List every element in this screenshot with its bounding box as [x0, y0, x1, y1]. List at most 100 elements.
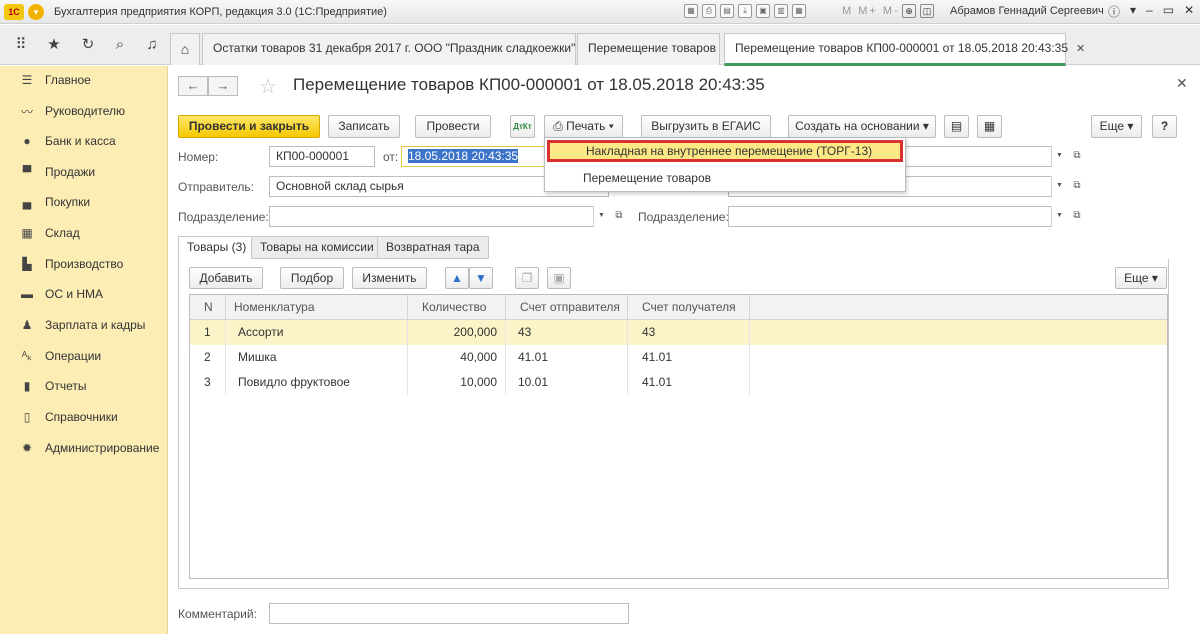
- documents-button[interactable]: ▤: [944, 115, 969, 138]
- sidebar-item-fixed-assets[interactable]: ▬ ОС и НМА: [0, 283, 168, 305]
- close-window-icon[interactable]: ✕: [1184, 3, 1194, 20]
- open-icon[interactable]: ⧉: [1069, 176, 1085, 197]
- dropdown-arrow-icon[interactable]: ▼: [1051, 176, 1067, 197]
- favorites-star-icon[interactable]: ★: [45, 36, 63, 54]
- table-row[interactable]: 3 Повидло фруктовое 10,000 10.01 41.01: [190, 370, 1167, 395]
- chevron-down-icon[interactable]: ▾: [1130, 3, 1136, 20]
- menu-item-transfer[interactable]: Перемещение товаров: [547, 167, 903, 189]
- table-more-button[interactable]: Еще ▾: [1115, 267, 1167, 289]
- dt-kt-button[interactable]: ДтКт: [510, 115, 535, 138]
- export-egais-button[interactable]: Выгрузить в ЕГАИС: [641, 115, 771, 138]
- paste-button[interactable]: ▣: [547, 267, 571, 289]
- bell-icon[interactable]: ♫: [143, 36, 161, 54]
- save-icon[interactable]: ⤓: [738, 4, 752, 18]
- sidebar-item-purchases[interactable]: ▄ Покупки: [0, 191, 168, 213]
- sidebar-item-payroll[interactable]: ♟ Зарплата и кадры: [0, 314, 168, 336]
- post-and-close-button[interactable]: Провести и закрыть: [178, 115, 320, 138]
- print-icon[interactable]: ⎙: [702, 4, 716, 18]
- post-button[interactable]: Провести: [415, 115, 491, 138]
- minimize-icon[interactable]: –: [1146, 3, 1153, 20]
- sidebar-item-production[interactable]: ▙ Производство: [0, 253, 168, 275]
- date-field[interactable]: 18.05.2018 20:43:35: [401, 146, 547, 167]
- preview-icon[interactable]: ▤: [720, 4, 734, 18]
- report-button[interactable]: ▦: [977, 115, 1002, 138]
- home-tab[interactable]: ⌂: [170, 33, 200, 65]
- print-button[interactable]: ⎙ Печать ▾: [544, 115, 623, 138]
- create-based-on-button[interactable]: Создать на основании ▾: [788, 115, 936, 138]
- table-header: N Номенклатура Количество Счет отправите…: [190, 295, 1167, 320]
- sidebar-item-label: Операции: [45, 349, 102, 363]
- sidebar-item-reports[interactable]: ▮ Отчеты: [0, 375, 168, 397]
- cell-n: 3: [190, 370, 226, 395]
- sidebar-item-sales[interactable]: ▀ Продажи: [0, 161, 168, 183]
- apps-grid-icon[interactable]: ⠿: [12, 36, 30, 54]
- sidebar-item-operations[interactable]: ᴬₖ Операции: [0, 345, 168, 367]
- tab-goods[interactable]: Товары (3): [178, 236, 256, 260]
- sidebar-item-catalogs[interactable]: ▯ Справочники: [0, 406, 168, 428]
- current-user[interactable]: Абрамов Геннадий Сергеевич: [950, 5, 1104, 17]
- tab-transfers-list[interactable]: Перемещение товаров✕: [577, 33, 733, 65]
- sidebar-item-warehouse[interactable]: ▦ Склад: [0, 222, 168, 244]
- attach-icon[interactable]: ▣: [756, 4, 770, 18]
- tab-transfer-document[interactable]: Перемещение товаров КП00-000001 от 18.05…: [724, 33, 1085, 66]
- back-arrow-icon[interactable]: ←: [178, 76, 208, 96]
- number-field[interactable]: КП00-000001: [269, 146, 375, 167]
- tab-stock-balances[interactable]: Остатки товаров 31 декабря 2017 г. ООО "…: [202, 33, 593, 65]
- pick-button[interactable]: Подбор: [280, 267, 344, 289]
- search-icon[interactable]: ⌕: [111, 36, 129, 54]
- basket-icon: ▀: [22, 165, 32, 179]
- warehouse-icon: ▦: [21, 226, 33, 240]
- copy-row-button[interactable]: ❐: [515, 267, 539, 289]
- sidebar-item-label: Отчеты: [45, 379, 87, 393]
- table-row[interactable]: 1 Ассорти 200,000 43 43: [190, 320, 1167, 345]
- sidebar-item-main[interactable]: ☰ Главное: [0, 69, 168, 91]
- calculator-icon[interactable]: ▦: [792, 4, 806, 18]
- menu-item-torg13[interactable]: Накладная на внутреннее перемещение (ТОР…: [547, 140, 903, 162]
- sidebar-item-label: Справочники: [45, 410, 118, 424]
- history-icon[interactable]: ↻: [79, 36, 97, 54]
- move-down-button[interactable]: ▼: [469, 267, 493, 289]
- maximize-icon[interactable]: ▭: [1163, 3, 1174, 20]
- sidebar-item-manager[interactable]: 〰 Руководителю: [0, 100, 168, 122]
- column-header-nomenclature[interactable]: Номенклатура: [226, 295, 408, 320]
- tab-returnable-packaging[interactable]: Возвратная тара: [377, 236, 489, 259]
- grid-icon[interactable]: ▦: [684, 4, 698, 18]
- close-icon[interactable]: ✕: [1076, 43, 1085, 55]
- add-row-button[interactable]: Добавить: [189, 267, 263, 289]
- dropdown-arrow-icon[interactable]: ▼: [1051, 146, 1067, 167]
- panel-icon[interactable]: ◫: [920, 4, 934, 18]
- memory-buttons[interactable]: M M+ M-: [842, 5, 900, 17]
- comment-field[interactable]: [269, 603, 629, 624]
- tab-commission-goods[interactable]: Товары на комиссии: [251, 236, 383, 259]
- more-button[interactable]: Еще ▾: [1091, 115, 1142, 138]
- save-button[interactable]: Записать: [328, 115, 400, 138]
- column-header-n[interactable]: N: [190, 295, 226, 320]
- open-icon[interactable]: ⧉: [1069, 206, 1085, 227]
- help-button[interactable]: ?: [1152, 115, 1177, 138]
- dropdown-arrow-icon[interactable]: ▼: [593, 206, 609, 227]
- organization-field[interactable]: [905, 146, 1067, 167]
- printer-icon: ⎙: [553, 119, 567, 133]
- sidebar-item-bank[interactable]: ● Банк и касса: [0, 130, 168, 152]
- open-icon[interactable]: ⧉: [1069, 146, 1085, 167]
- app-title: Бухгалтерия предприятия КОРП, редакция 3…: [54, 5, 387, 18]
- move-up-button[interactable]: ▲: [445, 267, 469, 289]
- favorite-star-icon[interactable]: ☆: [259, 74, 277, 99]
- table-row[interactable]: 2 Мишка 40,000 41.01 41.01: [190, 345, 1167, 370]
- main-menu-button[interactable]: ▾: [28, 3, 44, 20]
- dropdown-arrow-icon[interactable]: ▼: [1051, 206, 1067, 227]
- department-field[interactable]: [269, 206, 609, 227]
- forward-arrow-icon[interactable]: →: [208, 76, 238, 96]
- column-header-quantity[interactable]: Количество: [408, 295, 506, 320]
- info-icon[interactable]: ⓘ: [1108, 3, 1120, 20]
- edit-button[interactable]: Изменить: [352, 267, 427, 289]
- goods-table: N Номенклатура Количество Счет отправите…: [189, 294, 1168, 579]
- calendar-icon[interactable]: ▥: [774, 4, 788, 18]
- column-header-receiver-account[interactable]: Счет получателя: [628, 295, 750, 320]
- zoom-icon[interactable]: ⊕: [902, 4, 916, 18]
- open-icon[interactable]: ⧉: [611, 206, 627, 227]
- close-form-icon[interactable]: ✕: [1176, 75, 1188, 92]
- receiver-department-field[interactable]: [728, 206, 1067, 227]
- column-header-sender-account[interactable]: Счет отправителя: [506, 295, 628, 320]
- sidebar-item-admin[interactable]: ✹ Администрирование: [0, 437, 168, 459]
